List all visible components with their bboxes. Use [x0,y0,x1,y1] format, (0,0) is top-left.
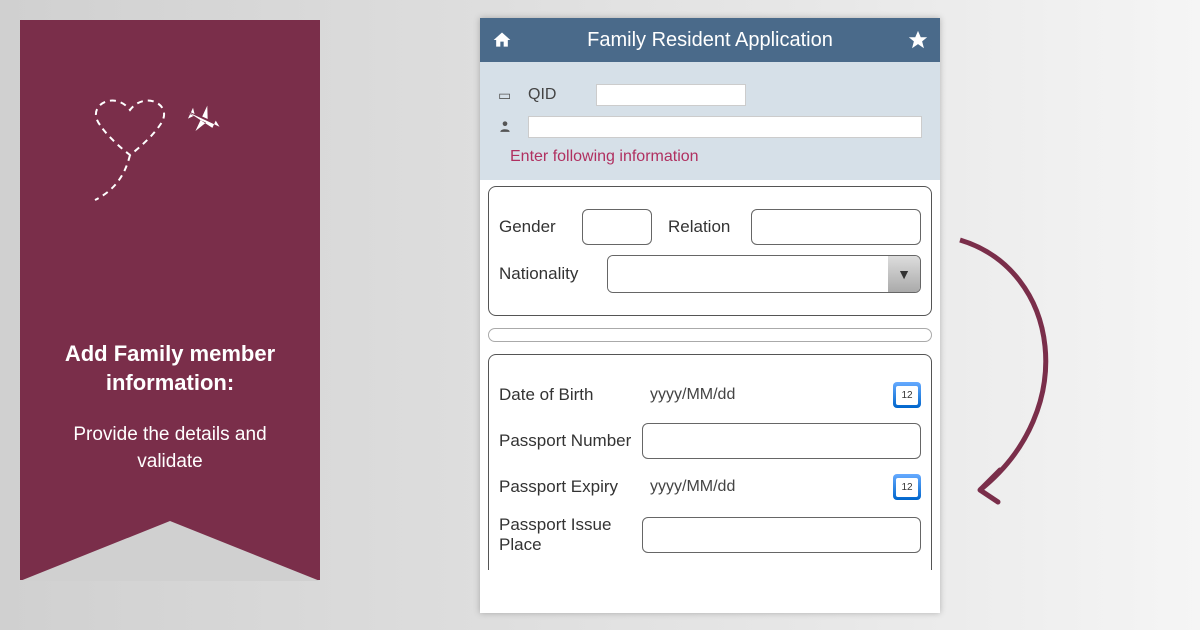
identity-section: ▭ QID Enter following information [480,62,940,180]
nationality-label: Nationality [499,264,599,284]
passport-issue-place-input[interactable] [642,517,921,553]
qid-input[interactable] [596,84,746,106]
progress-bar [488,328,932,342]
app-title: Family Resident Application [514,29,906,52]
nationality-select[interactable]: ▼ [607,255,921,293]
relation-label: Relation [668,217,743,237]
pointing-arrow [940,230,1100,510]
star-icon[interactable] [906,29,930,51]
passport-expiry-input[interactable]: yyyy/MM/dd [642,469,879,505]
gender-label: Gender [499,217,574,237]
chevron-down-icon: ▼ [888,256,920,292]
info-banner: Add Family member information: Provide t… [20,20,320,580]
calendar-icon[interactable]: 12 [893,382,921,408]
heart-plane-decoration [70,80,270,210]
passport-issue-place-label: Passport Issue Place [499,515,634,556]
passport-number-input[interactable] [642,423,921,459]
qid-label: QID [528,86,556,104]
id-card-icon: ▭ [498,87,518,104]
gender-input[interactable] [582,209,652,245]
banner-subtitle: Provide the details and validate [50,422,290,475]
passport-panel: Date of Birth yyyy/MM/dd 12 Passport Num… [488,354,932,570]
relation-input[interactable] [751,209,921,245]
passport-number-label: Passport Number [499,431,634,451]
personal-info-panel: Gender Relation Nationality ▼ [488,186,932,316]
ribbon-tail [20,521,320,581]
dob-input[interactable]: yyyy/MM/dd [642,377,879,413]
app-header: Family Resident Application [480,18,940,62]
calendar-icon[interactable]: 12 [893,474,921,500]
name-input[interactable] [528,116,922,138]
passport-expiry-label: Passport Expiry [499,477,634,497]
instruction-text: Enter following information [510,148,922,166]
dob-label: Date of Birth [499,385,634,405]
person-icon [498,119,518,136]
app-screenshot: Family Resident Application ▭ QID Enter … [480,18,940,613]
home-icon[interactable] [490,30,514,50]
banner-title: Add Family member information: [50,340,290,397]
